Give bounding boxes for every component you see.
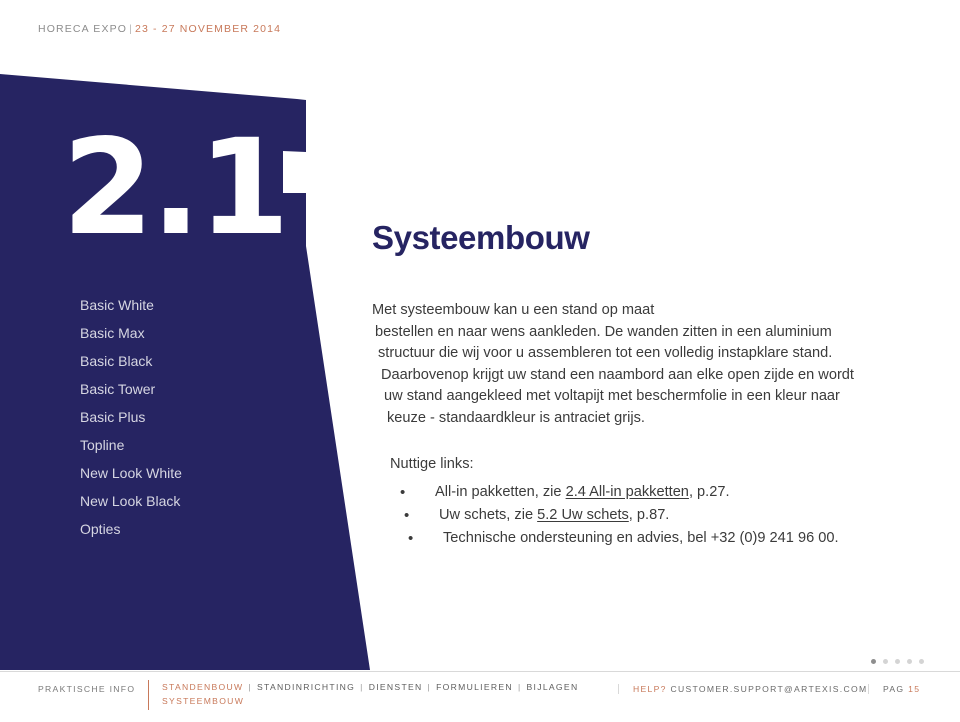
breadcrumb-separator: | — [517, 682, 522, 692]
sidebar-item-topline[interactable]: Topline — [80, 438, 310, 452]
page-dot[interactable] — [919, 659, 924, 664]
list-item-text-before: Uw schets, zie — [439, 507, 538, 523]
breadcrumb-item-bijlagen[interactable]: BIJLAGEN — [527, 682, 579, 692]
body-paragraph: Met systeembouw kan u een stand op maat … — [368, 300, 928, 429]
bullet-icon: • — [400, 484, 406, 501]
expo-brand-label: HORECA EXPO — [38, 23, 128, 35]
page-number: 15 — [908, 684, 921, 694]
list-item-text-after: , p.27. — [688, 484, 730, 500]
breadcrumb-item-diensten[interactable]: DIENSTEN — [369, 682, 423, 692]
breadcrumb-item-standinrichting[interactable]: STANDINRICHTING — [257, 682, 355, 692]
footer-divider — [0, 671, 960, 672]
sidebar-item-new-look-white[interactable]: New Look White — [80, 466, 310, 480]
breadcrumb-item-systeembouw[interactable]: SYSTEEMBOUW — [162, 696, 244, 706]
breadcrumb-item-formulieren[interactable]: FORMULIEREN — [436, 682, 513, 692]
page-title: Systeembouw — [372, 219, 590, 256]
page-indicator-dots — [871, 659, 924, 664]
breadcrumb-separator: | — [248, 682, 253, 692]
body-line: structuur die wij voor u assembleren tot… — [378, 345, 833, 361]
breadcrumb-item-standenbouw[interactable]: STANDENBOUW — [162, 682, 243, 692]
list-item-text-before: All-in pakketten, zie — [435, 484, 566, 500]
expo-dates-label: 23 - 27 NOVEMBER 2014 — [134, 23, 282, 35]
sidebar-nav: Basic White Basic Max Basic Black Basic … — [80, 298, 310, 550]
sidebar-item-basic-max[interactable]: Basic Max — [80, 326, 310, 340]
page-dot[interactable] — [907, 659, 912, 664]
sidebar-item-new-look-black[interactable]: New Look Black — [80, 494, 310, 508]
sidebar-item-basic-black[interactable]: Basic Black — [80, 354, 310, 368]
list-item: • All-in pakketten, zie 2.4 All-in pakket… — [390, 481, 930, 504]
useful-links-list: • All-in pakketten, zie 2.4 All-in pakket… — [390, 481, 930, 550]
bullet-icon: • — [408, 530, 414, 547]
body-line: uw stand aangekleed met voltapijt met be… — [384, 388, 840, 404]
bullet-icon: • — [404, 507, 410, 524]
footer-help: HELP? CUSTOMER.SUPPORT@ARTEXIS.COM — [618, 684, 867, 694]
footer-section-label[interactable]: PRAKTISCHE INFO — [38, 684, 135, 694]
body-line: Met systeembouw kan u een stand op maat — [372, 302, 655, 318]
list-item: • Technische ondersteuning en advies, bel… — [390, 527, 930, 550]
body-line: keuze - standaardkleur is antraciet grij… — [387, 409, 645, 426]
page-dot[interactable] — [895, 659, 900, 664]
page-dot[interactable] — [871, 659, 876, 664]
cross-reference-link[interactable]: 5.2 Uw schets — [537, 507, 629, 523]
sidebar-item-basic-plus[interactable]: Basic Plus — [80, 410, 310, 424]
breadcrumb: STANDENBOUW | STANDINRICHTING | DIENSTEN | FOR… — [148, 680, 578, 710]
top-header: HORECA EXPO | 23 - 27 NOVEMBER 2014 — [38, 24, 281, 35]
list-item-text-after: , p.87. — [628, 507, 670, 523]
page-dot[interactable] — [883, 659, 888, 664]
list-item: • Uw schets, zie 5.2 Uw schets, p.87. — [390, 504, 930, 527]
list-item-text-before: Technische ondersteuning en advies, bel … — [443, 530, 839, 546]
body-line: Daarbovenop krijgt uw stand een naambord… — [381, 366, 854, 383]
sidebar-item-basic-tower[interactable]: Basic Tower — [80, 382, 310, 396]
sidebar-item-opties[interactable]: Opties — [80, 522, 310, 536]
body-line: bestellen en naar wens aankleden. De wan… — [375, 323, 832, 340]
support-email[interactable]: CUSTOMER.SUPPORT@ARTEXIS.COM — [670, 684, 867, 694]
footer: PRAKTISCHE INFO STANDENBOUW | STANDINRICHT… — [0, 680, 960, 722]
section-number: 2.1 — [62, 111, 290, 265]
breadcrumb-separator: | — [360, 682, 364, 692]
header-separator: | — [129, 23, 133, 35]
useful-links-heading: Nuttige links: — [390, 456, 474, 472]
breadcrumb-separator: | — [427, 682, 432, 692]
slide-page: HORECA EXPO | 23 - 27 NOVEMBER 2014 2.1 Ba… — [0, 0, 960, 722]
sidebar-item-basic-white[interactable]: Basic White — [80, 298, 310, 312]
help-label: HELP? — [633, 684, 667, 694]
cross-reference-link[interactable]: 2.4 All-in pakketten — [566, 484, 689, 500]
footer-page: PAG 15 — [868, 684, 920, 694]
page-label: PAG — [883, 684, 905, 694]
